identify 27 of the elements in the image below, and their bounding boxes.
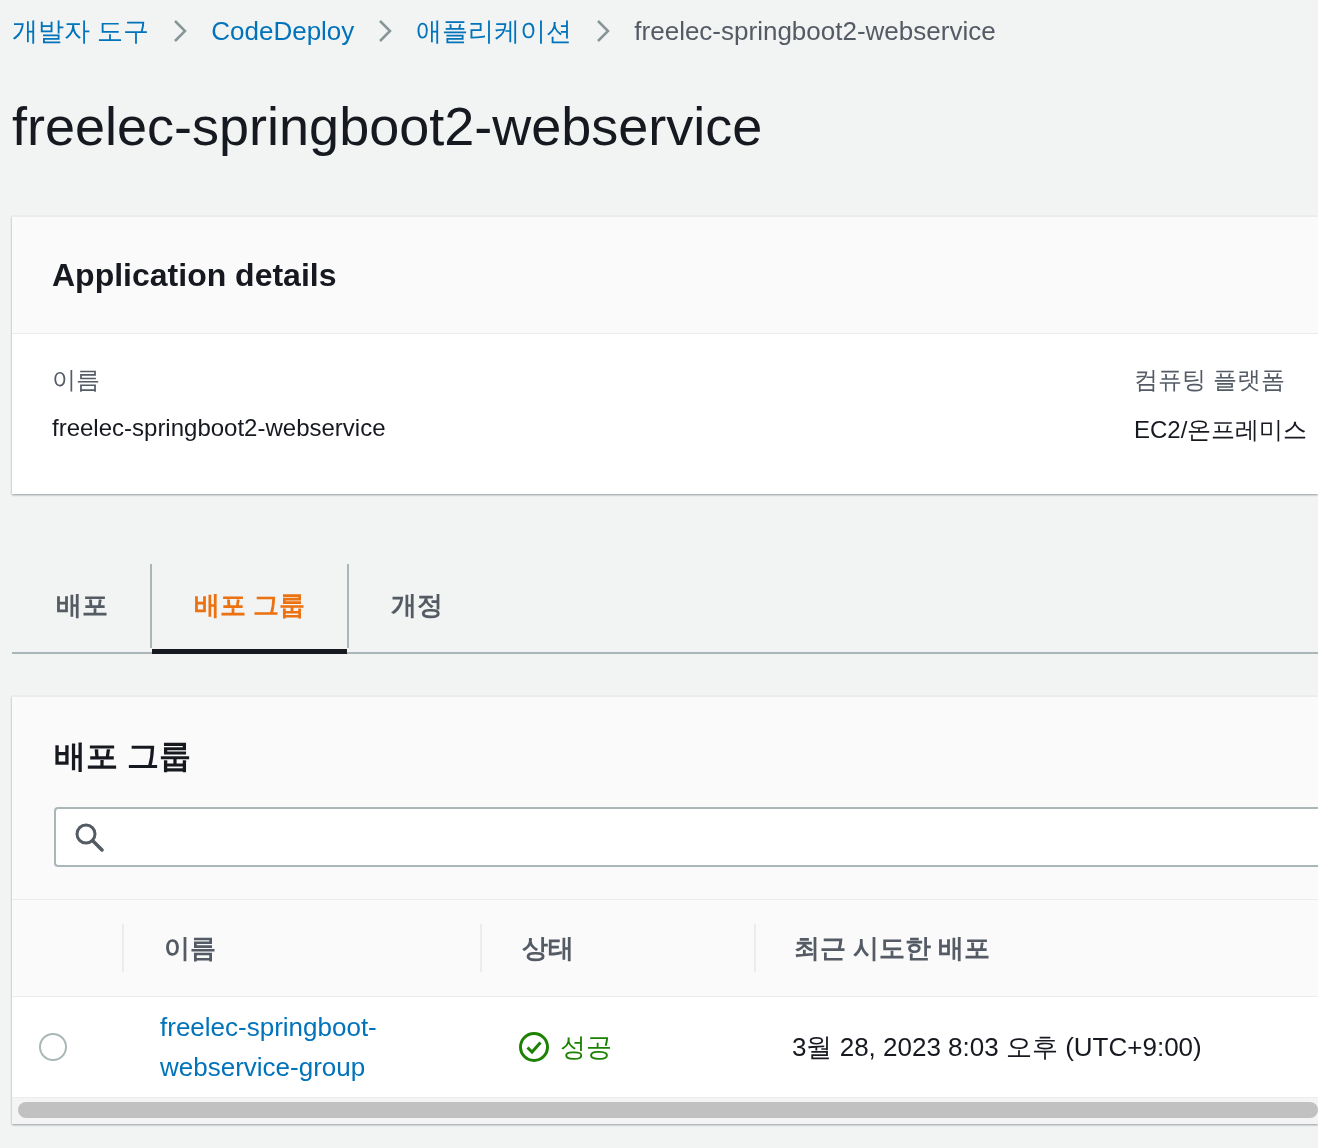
page-title: freelec-springboot2-webservice (12, 95, 764, 158)
chevron-right-icon (596, 19, 611, 43)
search-icon (74, 822, 104, 852)
tab[interactable]: 배포 (12, 562, 150, 654)
card-title: Application details (52, 256, 337, 294)
scrollbar-thumb[interactable] (18, 1102, 1318, 1118)
tab[interactable]: 개정 (349, 562, 486, 654)
search-field[interactable] (54, 807, 1318, 867)
status-text: 성공 (560, 1030, 612, 1064)
table-cell: 3월 28, 2023 8:03 오후 (UTC+9:00) (792, 1031, 1202, 1062)
breadcrumb-current: freelec-springboot2-webservice (634, 15, 996, 47)
section-title: 배포 그룹 (54, 737, 192, 776)
breadcrumb-link[interactable]: CodeDeploy (211, 15, 355, 47)
field-label: 컴퓨팅 플랫폼 (1134, 365, 1286, 395)
column-header: 이름 (164, 931, 216, 965)
chevron-right-icon (378, 19, 393, 43)
breadcrumb-link[interactable]: 개발자 도구 (12, 13, 150, 49)
field-value: EC2/온프레미스 (1134, 415, 1309, 445)
radio-button[interactable] (39, 1033, 67, 1061)
field-value: freelec-springboot2-webservice (52, 414, 387, 442)
check-circle-icon (518, 1031, 550, 1063)
group-name-link[interactable]: freelec-springboot-webservice-group (122, 1007, 420, 1087)
field-label: 이름 (52, 365, 101, 395)
chevron-right-icon (173, 19, 188, 43)
breadcrumb-link[interactable]: 애플리케이션 (416, 13, 573, 49)
column-header: 최근 시도한 배포 (794, 931, 991, 965)
column-header: 상태 (522, 931, 574, 965)
